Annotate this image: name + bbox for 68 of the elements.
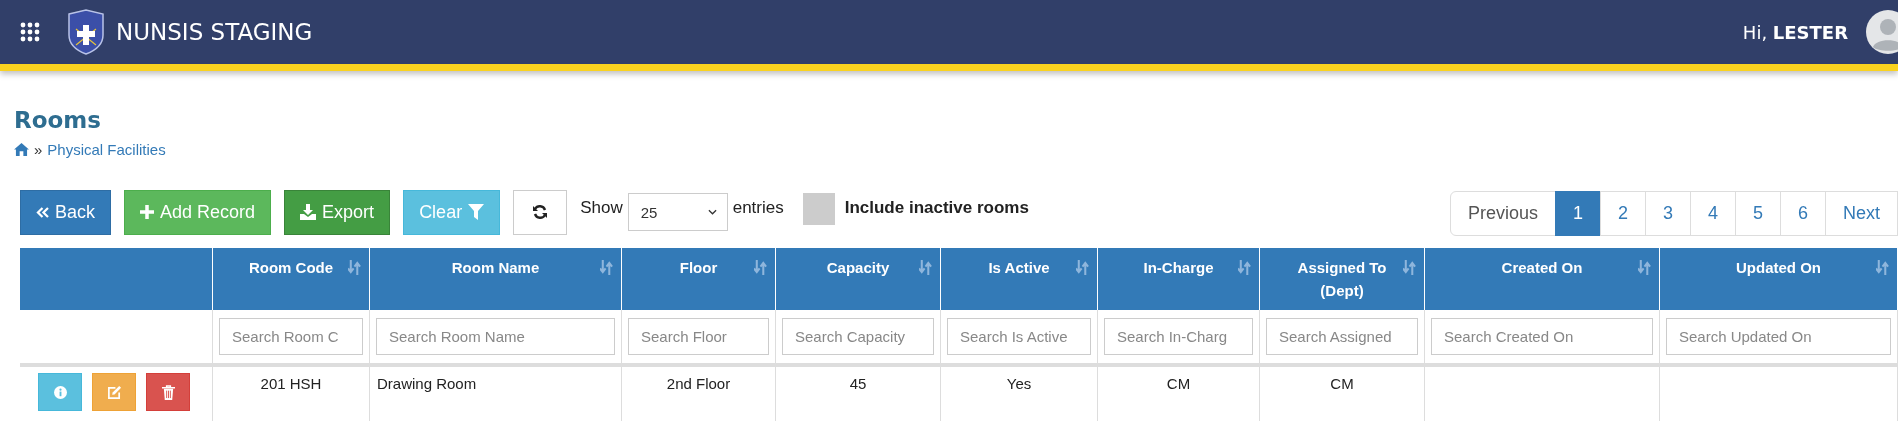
show-label: Show <box>580 198 623 218</box>
apps-grid-icon[interactable] <box>20 22 40 42</box>
info-icon <box>53 385 67 399</box>
pagination-button[interactable]: Next <box>1825 191 1898 236</box>
table-cell: Yes <box>941 367 1098 421</box>
avatar-icon[interactable] <box>1866 10 1898 54</box>
column-search-field[interactable]: Search Room C <box>219 318 363 355</box>
column-header[interactable]: Room Name <box>370 248 622 310</box>
table-cell: 2nd Floor <box>622 367 776 421</box>
sort-icon <box>754 260 767 275</box>
pagination-button[interactable]: 3 <box>1645 191 1691 236</box>
double-chevron-icon <box>36 206 49 218</box>
pagination-button[interactable]: 1 <box>1555 191 1601 236</box>
column-search-field[interactable]: Search Floor <box>628 318 769 355</box>
edit-icon <box>106 384 122 400</box>
column-search-field[interactable]: Search Created On <box>1431 318 1653 355</box>
pagination-button[interactable]: 2 <box>1600 191 1646 236</box>
filter-icon <box>468 204 485 220</box>
pagination-button[interactable]: 5 <box>1735 191 1781 236</box>
user-greeting: Hi, LESTER <box>1742 21 1848 43</box>
plus-icon <box>140 205 155 219</box>
delete-button[interactable] <box>146 373 190 411</box>
column-header[interactable]: In-Charge <box>1098 248 1260 310</box>
download-icon <box>300 204 317 220</box>
sort-icon <box>600 260 613 275</box>
entries-label: entries <box>732 198 784 218</box>
breadcrumb-link[interactable]: Physical Facilities <box>47 141 166 158</box>
add-button[interactable]: Add Record <box>124 189 272 235</box>
column-header[interactable]: Capacity <box>776 248 941 310</box>
column-header[interactable]: Room Code <box>213 248 370 310</box>
table-cell: Drawing Room <box>370 367 622 421</box>
refresh-button[interactable] <box>513 189 568 235</box>
column-search-field[interactable]: Search Capacity <box>782 318 934 355</box>
column-header[interactable]: Updated On <box>1660 248 1898 310</box>
breadcrumb-separator: » <box>34 141 43 158</box>
app-title: NUNSIS STAGING <box>116 19 313 45</box>
page-title: Rooms <box>14 107 102 133</box>
home-icon[interactable] <box>14 143 29 156</box>
column-header[interactable]: Assigned To (Dept) <box>1260 248 1425 310</box>
table-cell: 201 HSH <box>213 367 370 421</box>
pagination-button[interactable]: 6 <box>1780 191 1826 236</box>
table-cell: 45 <box>776 367 941 421</box>
column-header[interactable]: Floor <box>622 248 776 310</box>
sort-icon <box>348 260 361 275</box>
pagination-button[interactable]: 4 <box>1690 191 1736 236</box>
column-search-field[interactable]: Search Is Active <box>947 318 1091 355</box>
table-cell: CM <box>1260 367 1425 421</box>
column-search-field[interactable]: Search Updated On <box>1666 318 1891 355</box>
sort-icon <box>1876 260 1889 275</box>
sort-icon <box>1076 260 1089 275</box>
column-header[interactable]: Is Active <box>941 248 1098 310</box>
column-header[interactable]: Created On <box>1425 248 1660 310</box>
column-search-field[interactable]: Search Assigned <box>1266 318 1418 355</box>
trash-icon <box>161 384 175 400</box>
chevron-down-icon <box>707 209 717 215</box>
table-cell: CM <box>1098 367 1260 421</box>
sort-icon <box>1403 260 1416 275</box>
column-search-field[interactable]: Search In-Charg <box>1104 318 1253 355</box>
sort-icon <box>1638 260 1651 275</box>
entries-select[interactable]: 25 <box>627 193 728 231</box>
column-search-field[interactable]: Search Room Name <box>376 318 615 355</box>
sort-icon <box>1238 260 1251 275</box>
refresh-icon <box>532 204 549 220</box>
shield-logo-icon <box>66 9 106 55</box>
export-button[interactable]: Export <box>284 189 391 235</box>
include-inactive-label: Include inactive rooms <box>844 198 1029 218</box>
sort-icon <box>919 260 932 275</box>
back-button[interactable]: Back <box>20 189 112 235</box>
